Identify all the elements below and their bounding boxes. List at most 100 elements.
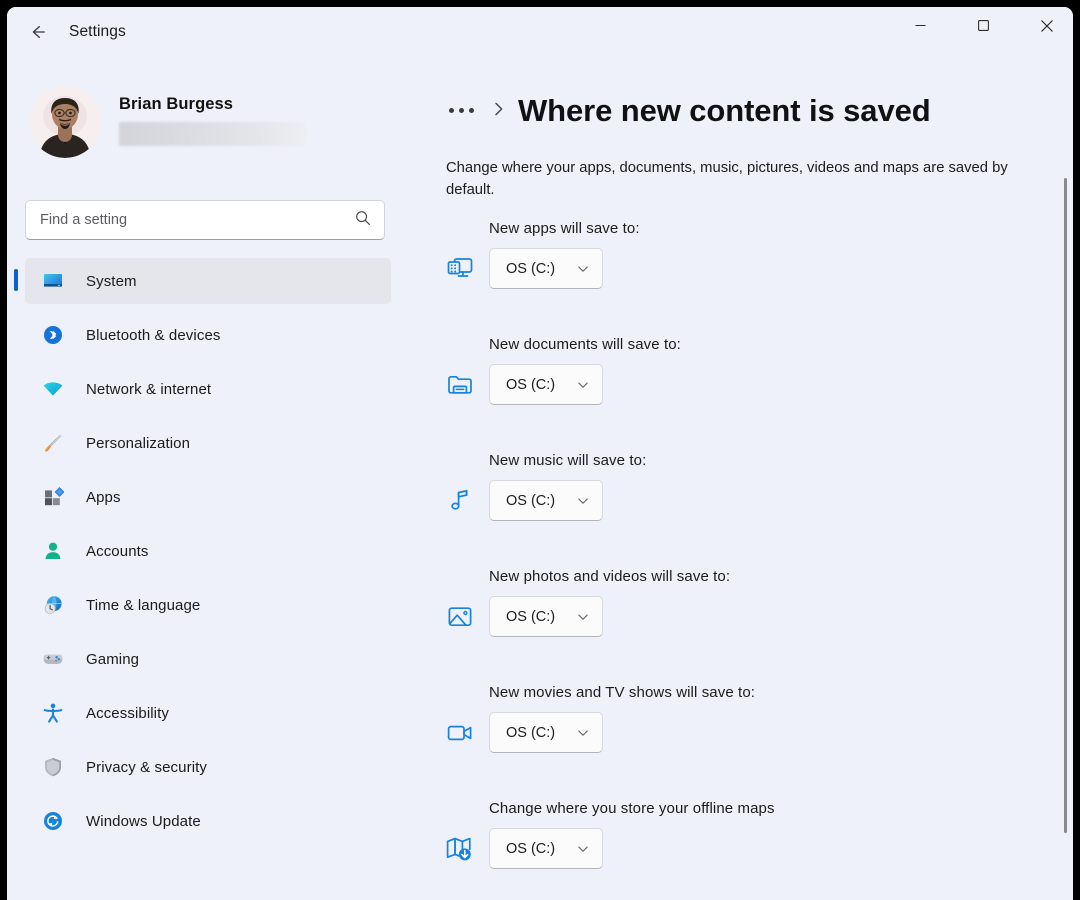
sidebar-item-accounts[interactable]: Accounts: [25, 528, 391, 574]
sidebar-item-label: Privacy & security: [86, 759, 207, 776]
scrollbar-track[interactable]: [1059, 120, 1071, 900]
close-icon: [1040, 19, 1054, 38]
setting-row-label: New movies and TV shows will save to:: [489, 684, 755, 701]
map-download-icon: [440, 831, 480, 867]
dropdown-value: OS (C:): [506, 493, 555, 509]
maximize-button[interactable]: [960, 7, 1007, 49]
sidebar-item-label: Accounts: [86, 543, 149, 560]
person-icon: [35, 540, 71, 562]
apps-icon: [35, 486, 71, 508]
sidebar-item-label: Time & language: [86, 597, 200, 614]
new-photos-videos-location-dropdown[interactable]: OS (C:): [489, 596, 603, 637]
back-arrow-icon: [28, 22, 48, 47]
clock-globe-icon: [35, 594, 71, 616]
chevron-down-icon: [576, 378, 590, 392]
ellipsis-dot-icon: [449, 108, 454, 113]
sidebar: Brian Burgess: [7, 62, 427, 900]
sidebar-item-label: Bluetooth & devices: [86, 327, 220, 344]
profile-name: Brian Burgess: [119, 95, 305, 114]
new-apps-location-dropdown[interactable]: OS (C:): [489, 248, 603, 289]
chevron-down-icon: [576, 726, 590, 740]
sidebar-item-label: Accessibility: [86, 705, 169, 722]
sidebar-item-accessibility[interactable]: Accessibility: [25, 690, 391, 736]
shield-icon: [35, 756, 71, 778]
ellipsis-dot-icon: [459, 108, 464, 113]
dropdown-value: OS (C:): [506, 841, 555, 857]
dropdown-value: OS (C:): [506, 377, 555, 393]
profile-text: Brian Burgess: [119, 95, 305, 150]
sidebar-item-label: Windows Update: [86, 813, 201, 830]
maximize-icon: [977, 19, 990, 37]
close-button[interactable]: [1023, 7, 1070, 49]
update-sync-icon: [35, 810, 71, 832]
sidebar-item-apps[interactable]: Apps: [25, 474, 391, 520]
new-movies-tv-location-dropdown[interactable]: OS (C:): [489, 712, 603, 753]
setting-row-new-documents: New documents will save to: OS (C:): [427, 336, 1073, 452]
setting-row-new-movies-tv: New movies and TV shows will save to: OS…: [427, 684, 1073, 800]
sidebar-item-gaming[interactable]: Gaming: [25, 636, 391, 682]
video-camera-icon: [440, 715, 480, 751]
sidebar-item-label: Network & internet: [86, 381, 211, 398]
sidebar-item-windows-update[interactable]: Windows Update: [25, 798, 391, 844]
sidebar-item-system[interactable]: System: [25, 258, 391, 304]
minimize-button[interactable]: [897, 7, 944, 49]
search-box[interactable]: [25, 200, 385, 240]
sidebar-item-privacy-security[interactable]: Privacy & security: [25, 744, 391, 790]
page-title: Where new content is saved: [518, 95, 931, 126]
scrollbar-thumb[interactable]: [1064, 178, 1067, 833]
chevron-down-icon: [576, 494, 590, 508]
dropdown-value: OS (C:): [506, 609, 555, 625]
avatar: [29, 86, 101, 158]
ellipsis-dot-icon: [469, 108, 474, 113]
setting-row-new-music: New music will save to: OS (C:): [427, 452, 1073, 568]
search-icon[interactable]: [354, 209, 372, 232]
setting-row-new-apps: New apps will save to: O: [427, 220, 1073, 336]
setting-row-label: New apps will save to:: [489, 220, 640, 237]
breadcrumb-overflow-button[interactable]: [445, 102, 478, 119]
chevron-down-icon: [576, 610, 590, 624]
settings-window: Settings: [7, 7, 1073, 900]
gamepad-icon: [35, 648, 71, 670]
new-documents-location-dropdown[interactable]: OS (C:): [489, 364, 603, 405]
sidebar-item-time-language[interactable]: Time & language: [25, 582, 391, 628]
dropdown-value: OS (C:): [506, 261, 555, 277]
sidebar-item-label: Apps: [86, 489, 121, 506]
setting-row-label: New photos and videos will save to:: [489, 568, 730, 585]
sidebar-item-personalization[interactable]: Personalization: [25, 420, 391, 466]
chevron-right-icon: [492, 100, 506, 121]
monitor-icon: [35, 270, 71, 292]
offline-maps-location-dropdown[interactable]: OS (C:): [489, 828, 603, 869]
breadcrumb: Where new content is saved: [445, 86, 931, 134]
wifi-icon: [35, 378, 71, 400]
sidebar-item-bluetooth-devices[interactable]: Bluetooth & devices: [25, 312, 391, 358]
setting-row-offline-maps: Change where you store your offline maps…: [427, 800, 1073, 900]
folder-icon: [440, 367, 480, 403]
settings-rows: New apps will save to: O: [427, 220, 1073, 900]
accessibility-icon: [35, 702, 71, 724]
back-button[interactable]: [19, 16, 57, 52]
music-note-icon: [440, 483, 480, 519]
title-bar: Settings: [7, 7, 1073, 62]
dropdown-value: OS (C:): [506, 725, 555, 741]
app-monitor-icon: [440, 251, 480, 287]
setting-row-label: New documents will save to:: [489, 336, 681, 353]
sidebar-item-label: Personalization: [86, 435, 190, 452]
navigation-list: System Bluetooth & devices: [25, 258, 391, 852]
sidebar-item-label: Gaming: [86, 651, 139, 668]
bluetooth-icon: [35, 324, 71, 346]
setting-row-new-photos-videos: New photos and videos will save to: OS (…: [427, 568, 1073, 684]
picture-icon: [440, 599, 480, 635]
setting-row-label: New music will save to:: [489, 452, 646, 469]
sidebar-item-network-internet[interactable]: Network & internet: [25, 366, 391, 412]
page-description: Change where your apps, documents, music…: [446, 157, 1046, 201]
sidebar-item-label: System: [86, 273, 137, 290]
minimize-icon: [914, 19, 927, 37]
profile-email-redacted: [119, 122, 305, 146]
new-music-location-dropdown[interactable]: OS (C:): [489, 480, 603, 521]
chevron-down-icon: [576, 262, 590, 276]
paintbrush-icon: [35, 432, 71, 454]
app-title: Settings: [69, 23, 126, 41]
setting-row-label: Change where you store your offline maps: [489, 800, 775, 817]
profile-card[interactable]: Brian Burgess: [25, 76, 405, 168]
search-input[interactable]: [40, 212, 354, 228]
